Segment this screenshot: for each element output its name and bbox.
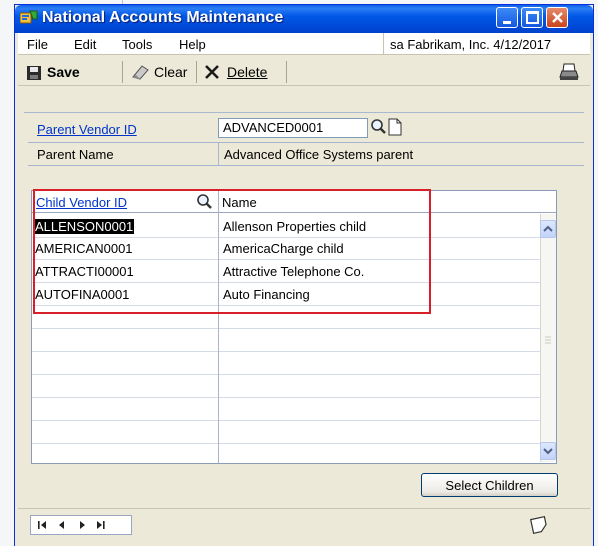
parent-vendor-id-label[interactable]: Parent Vendor ID [37, 122, 137, 137]
clear-button[interactable]: Clear [154, 64, 187, 80]
select-children-button[interactable]: Select Children [421, 473, 558, 497]
scroll-grip-icon [545, 332, 551, 344]
toolbar-separator [286, 61, 287, 83]
delete-button[interactable]: Delete [227, 64, 267, 80]
close-button[interactable] [546, 7, 568, 28]
parent-name-label: Parent Name [37, 147, 114, 162]
maximize-button[interactable] [521, 7, 543, 28]
record-navigator [30, 515, 132, 535]
field-divider [218, 142, 219, 165]
menu-help[interactable]: Help [179, 37, 206, 52]
table-row[interactable] [32, 330, 540, 352]
previous-record-icon [59, 521, 64, 529]
highlight-box [33, 189, 431, 314]
last-record-icon [97, 521, 105, 529]
company-info: sa Fabrikam, Inc. 4/12/2017 [383, 33, 590, 55]
first-record-icon [38, 521, 46, 529]
delete-icon [204, 64, 220, 80]
row-divider [28, 142, 584, 143]
toolbar [18, 56, 590, 86]
toolbar-separator [122, 61, 123, 83]
window-title: National Accounts Maintenance [42, 9, 284, 26]
parent-name-value: Advanced Office Systems parent [224, 147, 414, 162]
table-row[interactable] [32, 376, 540, 398]
menu-file[interactable]: File [27, 37, 48, 52]
save-icon [27, 66, 41, 80]
minimize-button[interactable] [496, 7, 518, 28]
table-row[interactable] [32, 399, 540, 421]
save-button[interactable]: Save [47, 64, 80, 80]
menu-edit[interactable]: Edit [74, 37, 96, 52]
note-icon[interactable] [528, 515, 550, 535]
menu-tools[interactable]: Tools [122, 37, 152, 52]
table-row[interactable] [32, 353, 540, 375]
lookup-icon[interactable] [370, 118, 387, 136]
eraser-icon [130, 63, 150, 81]
app-icon [19, 10, 38, 26]
footer-divider [18, 508, 590, 509]
scroll-up-button[interactable] [540, 220, 556, 238]
toolbar-separator [196, 61, 197, 83]
parent-vendor-id-field[interactable]: ADVANCED0001 [218, 118, 368, 138]
printer-icon[interactable] [558, 62, 580, 82]
new-document-icon[interactable] [388, 118, 402, 136]
scroll-down-button[interactable] [540, 442, 556, 460]
row-divider [28, 165, 584, 166]
table-row[interactable] [32, 422, 540, 444]
next-record-icon [80, 521, 85, 529]
